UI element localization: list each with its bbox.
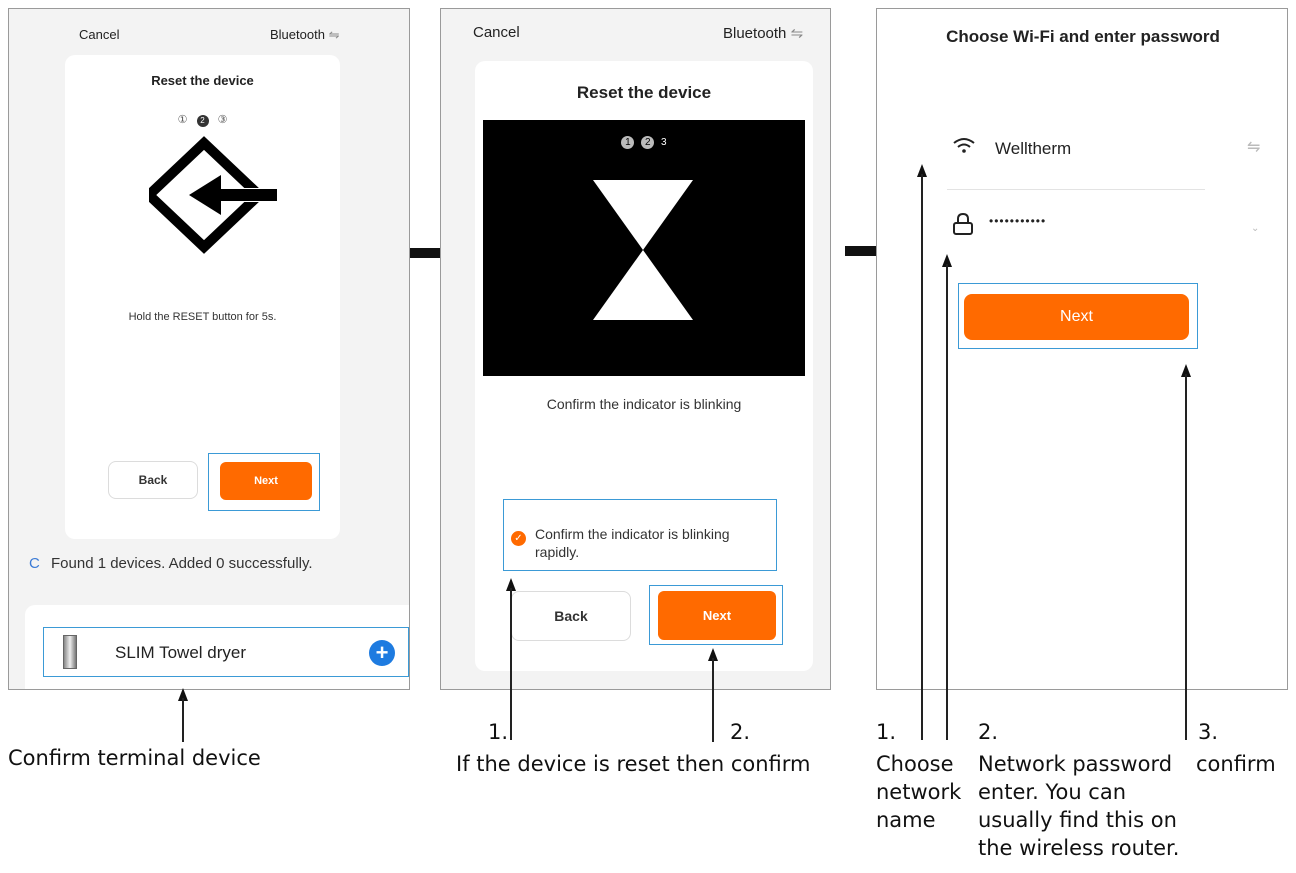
step-3: ③ [217, 114, 228, 126]
pointer-line [1185, 374, 1187, 740]
back-button[interactable]: Back [108, 461, 198, 499]
reset-title: Reset the device [151, 73, 254, 88]
step-indicator: 1 2 3 [483, 136, 805, 149]
screen-3: Choose Wi-Fi and enter password Wellther… [876, 8, 1288, 690]
found-status: Found 1 devices. Added 0 successfully. [51, 555, 313, 572]
screen-1: Cancel Bluetooth ⇋ Reset the device ① 2 … [8, 8, 410, 690]
device-list: SLIM Towel dryer + [25, 605, 409, 689]
wifi-icon [953, 138, 975, 153]
pointer-line [921, 174, 923, 740]
next-button[interactable]: Next [220, 462, 312, 500]
step-number: 1. [488, 720, 509, 744]
swap-icon: ⇋ [328, 27, 340, 42]
status-line: C Found 1 devices. Added 0 successfully. [9, 543, 409, 603]
step-2-active: 2 [196, 115, 209, 127]
confirm-label-line2: rapidly. [535, 544, 580, 560]
bluetooth-toggle[interactable]: Bluetooth ⇋ [723, 24, 803, 42]
terminal-caption: Confirm terminal device [8, 746, 261, 770]
back-button[interactable]: Back [511, 591, 631, 641]
step-3: 3 [661, 137, 667, 148]
lock-icon [953, 213, 973, 235]
bluetooth-toggle[interactable]: Bluetooth ⇋ [270, 27, 339, 43]
reset-confirm-caption: If the device is reset then confirm [456, 752, 811, 776]
show-password-icon[interactable]: ⌄ [1251, 223, 1259, 234]
reset-card: Reset the device ① 2 ③ Hold the RESET bu… [65, 55, 340, 539]
caption-line: enter. You can [978, 780, 1127, 804]
choose-network-caption: Choose network name [876, 750, 961, 834]
confirm-label: Confirm the indicator is blinking rapidl… [535, 525, 730, 561]
step-indicator: ① 2 ③ [65, 113, 340, 127]
reset-arrow-icon [149, 136, 277, 254]
step-number: 1. [876, 720, 897, 744]
pointer-line [510, 588, 512, 740]
loading-icon: C [29, 555, 40, 572]
bluetooth-label: Bluetooth [723, 25, 787, 42]
confirm-caption: confirm [1196, 752, 1276, 776]
reset-title: Reset the device [576, 83, 712, 102]
password-caption: Network password enter. You can usually … [978, 750, 1179, 862]
plus-icon: + [375, 640, 389, 665]
next-button[interactable]: Next [964, 294, 1189, 340]
caption-line: Network password [978, 752, 1173, 776]
cancel-link[interactable]: Cancel [473, 24, 520, 41]
caption-line: Choose [876, 752, 954, 776]
next-button[interactable]: Next [658, 591, 776, 640]
screen-2: Cancel Bluetooth ⇋ Reset the device 1 2 … [440, 8, 831, 690]
switch-network-icon[interactable]: ⇋ [1247, 137, 1260, 157]
pointer-line [182, 698, 184, 742]
step-2: 2 [641, 136, 655, 149]
pointer-line [946, 264, 948, 740]
step-number: 2. [978, 720, 999, 744]
confirm-label-line1: Confirm the indicator is blinking [535, 526, 730, 542]
password-field[interactable]: ••••••••••• [989, 214, 1046, 228]
device-name: SLIM Towel dryer [115, 643, 247, 662]
confirm-checkbox[interactable]: ✓ [511, 531, 526, 546]
bluetooth-label: Bluetooth [270, 27, 325, 42]
device-thumbnail [63, 635, 77, 669]
swap-icon: ⇋ [790, 25, 804, 42]
wifi-title: Choose Wi-Fi and enter password [946, 27, 1220, 46]
caption-line: name [876, 808, 936, 832]
divider [947, 189, 1205, 190]
blinking-caption: Confirm the indicator is blinking [546, 396, 742, 412]
network-name[interactable]: Welltherm [995, 139, 1071, 159]
step-1: ① [177, 114, 188, 126]
pointer-line [712, 658, 714, 742]
reset-instruction: Hold the RESET button for 5s. [128, 311, 277, 323]
cancel-link[interactable]: Cancel [79, 27, 119, 42]
blinking-animation: 1 2 3 [483, 120, 805, 376]
caption-line: the wireless router. [978, 836, 1180, 860]
step-1: 1 [621, 136, 635, 149]
step-number: 3. [1198, 720, 1219, 744]
caption-line: network [876, 780, 962, 804]
add-device-button[interactable]: + [369, 640, 395, 666]
step-number: 2. [730, 720, 751, 744]
caption-line: usually find this on [978, 808, 1177, 832]
reset-card: Reset the device 1 2 3 Confirm the indic… [475, 61, 813, 671]
check-icon: ✓ [514, 533, 523, 544]
hourglass-icon [593, 180, 693, 320]
